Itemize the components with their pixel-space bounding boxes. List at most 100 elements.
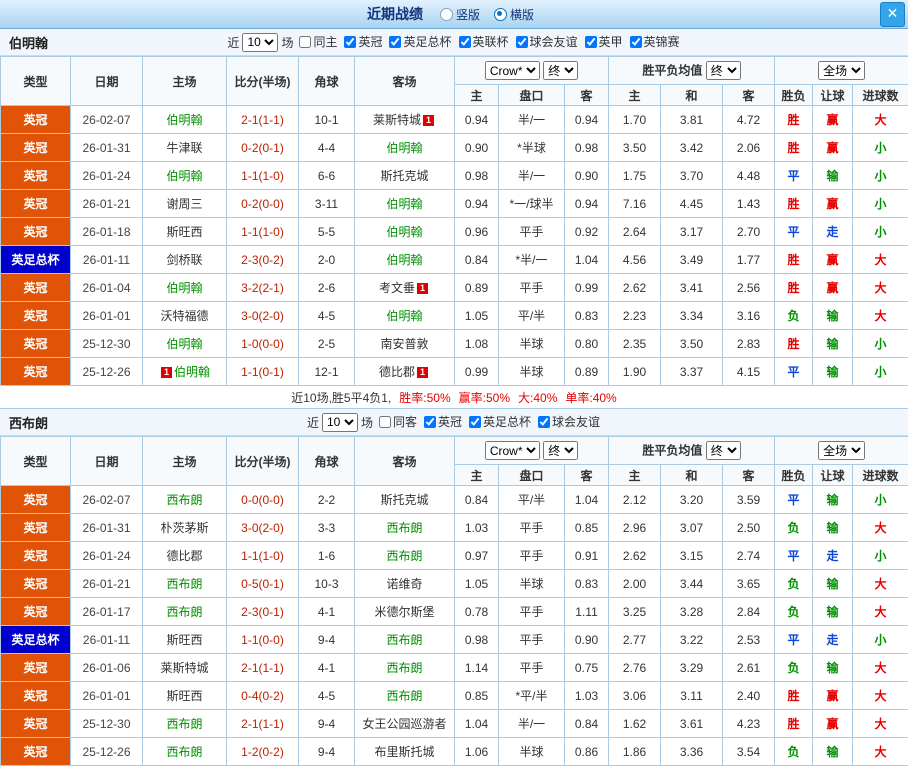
layout-option-horizontal[interactable]: 横版	[494, 6, 534, 23]
fulltime-select[interactable]: 全场	[818, 441, 865, 460]
checkbox-icon[interactable]	[459, 36, 471, 48]
red-card-badge: 1	[423, 115, 434, 126]
asian-odds-cell: 半球	[499, 570, 565, 598]
home-team-cell[interactable]: 德比郡	[143, 542, 227, 570]
home-team-cell[interactable]: 西布朗	[143, 570, 227, 598]
away-team-cell[interactable]: 德比郡1	[355, 358, 455, 386]
away-team-cell[interactable]: 诺维奇	[355, 570, 455, 598]
checkbox-icon[interactable]	[344, 36, 356, 48]
filter-check-英联杯[interactable]: 英联杯	[454, 33, 509, 50]
home-team-cell[interactable]: 西布朗	[143, 738, 227, 766]
col-ah-away: 客	[565, 85, 609, 106]
home-team-cell[interactable]: 伯明翰	[143, 274, 227, 302]
asian-odds-cell: 半/一	[499, 106, 565, 134]
checkbox-icon[interactable]	[469, 416, 481, 428]
col-result-wdl: 胜负	[775, 465, 813, 486]
checkbox-icon[interactable]	[379, 416, 391, 428]
filter-check-球会友谊[interactable]: 球会友谊	[533, 413, 600, 430]
away-team-cell[interactable]: 伯明翰	[355, 134, 455, 162]
fulltime-select[interactable]: 全场	[818, 61, 865, 80]
layout-option-vertical[interactable]: 竖版	[440, 6, 480, 23]
away-team-cell[interactable]: 西布朗	[355, 514, 455, 542]
home-team-cell[interactable]: 伯明翰	[143, 106, 227, 134]
away-team-cell[interactable]: 伯明翰	[355, 190, 455, 218]
filter-check-英足总杯[interactable]: 英足总杯	[384, 33, 451, 50]
home-team-cell[interactable]: 西布朗	[143, 486, 227, 514]
away-team-cell[interactable]: 西布朗	[355, 654, 455, 682]
asian-time-select[interactable]: 终	[543, 441, 578, 460]
filter-check-球会友谊[interactable]: 球会友谊	[511, 33, 578, 50]
asian-odds-cell: 0.99	[565, 274, 609, 302]
col-eu-home: 主	[609, 465, 661, 486]
euro-time-select[interactable]: 终	[706, 61, 741, 80]
result-goals-cell: 大	[853, 710, 908, 738]
checkbox-icon[interactable]	[538, 416, 550, 428]
home-team-cell[interactable]: 朴茨茅斯	[143, 514, 227, 542]
asian-time-select[interactable]: 终	[543, 61, 578, 80]
checkbox-icon[interactable]	[424, 416, 436, 428]
away-team-cell[interactable]: 南安普敦	[355, 330, 455, 358]
asian-odds-cell: 0.98	[565, 134, 609, 162]
away-team-cell[interactable]: 西布朗	[355, 682, 455, 710]
filter-check-英甲[interactable]: 英甲	[580, 33, 623, 50]
asian-odds-cell: 半/一	[499, 162, 565, 190]
home-team-cell[interactable]: 莱斯特城	[143, 654, 227, 682]
match-count-select[interactable]: 10	[242, 33, 278, 52]
result-handicap-cell: 输	[813, 514, 853, 542]
result-handicap-cell: 输	[813, 486, 853, 514]
away-team-cell[interactable]: 布里斯托城	[355, 738, 455, 766]
checkbox-icon[interactable]	[630, 36, 642, 48]
euro-odds-cell: 3.37	[661, 358, 723, 386]
result-goals-cell: 大	[853, 570, 908, 598]
away-team-cell[interactable]: 女王公园巡游者	[355, 710, 455, 738]
home-team-cell[interactable]: 伯明翰	[143, 162, 227, 190]
checkbox-icon[interactable]	[516, 36, 528, 48]
away-team-cell[interactable]: 斯托克城	[355, 486, 455, 514]
checkbox-icon[interactable]	[585, 36, 597, 48]
home-team-cell[interactable]: 剑桥联	[143, 246, 227, 274]
filter-check-英冠[interactable]: 英冠	[339, 33, 382, 50]
home-team-cell[interactable]: 西布朗	[143, 710, 227, 738]
filter-check-英冠[interactable]: 英冠	[419, 413, 462, 430]
score-cell: 0-2(0-0)	[227, 190, 299, 218]
home-team-cell[interactable]: 西布朗	[143, 598, 227, 626]
away-team-cell[interactable]: 伯明翰	[355, 218, 455, 246]
away-team-cell[interactable]: 考文垂1	[355, 274, 455, 302]
away-team-cell[interactable]: 斯托克城	[355, 162, 455, 190]
euro-odds-cell: 3.25	[609, 598, 661, 626]
match-count-select[interactable]: 10	[322, 413, 358, 432]
checkbox-icon[interactable]	[299, 36, 311, 48]
asian-odds-cell: 0.78	[455, 598, 499, 626]
home-team-cell[interactable]: 斯旺西	[143, 682, 227, 710]
filter-check-同客[interactable]: 同客	[374, 413, 417, 430]
result-wdl-cell: 平	[775, 486, 813, 514]
euro-time-select[interactable]: 终	[706, 441, 741, 460]
away-team-cell[interactable]: 米德尔斯堡	[355, 598, 455, 626]
home-team-cell[interactable]: 牛津联	[143, 134, 227, 162]
euro-odds-cell: 2.64	[609, 218, 661, 246]
home-team-cell[interactable]: 1伯明翰	[143, 358, 227, 386]
home-team-cell[interactable]: 伯明翰	[143, 330, 227, 358]
away-team-cell[interactable]: 伯明翰	[355, 302, 455, 330]
away-team-cell[interactable]: 伯明翰	[355, 246, 455, 274]
league-type-cell: 英冠	[1, 330, 71, 358]
match-row: 英冠26-01-24德比郡1-1(1-0)1-6西布朗0.97平手0.912.6…	[1, 542, 908, 570]
home-team-cell[interactable]: 斯旺西	[143, 218, 227, 246]
away-team-cell[interactable]: 西布朗	[355, 542, 455, 570]
filter-check-英锦赛[interactable]: 英锦赛	[625, 33, 680, 50]
home-team-cell[interactable]: 沃特福德	[143, 302, 227, 330]
odds-company-select[interactable]: Crow*	[485, 61, 540, 80]
away-team-cell[interactable]: 西布朗	[355, 626, 455, 654]
euro-odds-cell: 2.84	[723, 598, 775, 626]
away-team-cell[interactable]: 莱斯特城1	[355, 106, 455, 134]
close-icon[interactable]: ✕	[880, 2, 905, 27]
home-team-cell[interactable]: 谢周三	[143, 190, 227, 218]
odds-company-select[interactable]: Crow*	[485, 441, 540, 460]
checkbox-icon[interactable]	[389, 36, 401, 48]
score-cell: 1-2(0-2)	[227, 738, 299, 766]
filter-check-同主[interactable]: 同主	[294, 33, 337, 50]
filter-check-英足总杯[interactable]: 英足总杯	[464, 413, 531, 430]
euro-odds-cell: 3.70	[661, 162, 723, 190]
home-team-cell[interactable]: 斯旺西	[143, 626, 227, 654]
euro-odds-cell: 3.36	[661, 738, 723, 766]
